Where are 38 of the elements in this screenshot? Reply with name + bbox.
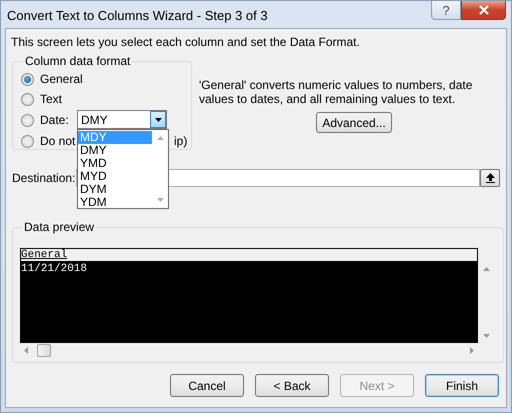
close-button[interactable] <box>461 1 506 20</box>
close-icon <box>478 5 488 15</box>
radio-label[interactable]: Text <box>40 92 62 106</box>
dropdown-option[interactable]: DYM <box>78 183 152 196</box>
radio-label[interactable]: General <box>40 72 83 86</box>
dialog-button[interactable]: < Back <box>255 374 329 397</box>
collapse-button[interactable] <box>480 169 500 187</box>
destination-label: Destination: <box>12 171 72 185</box>
radio-label[interactable]: Do not <box>40 134 76 148</box>
scroll-thumb[interactable] <box>37 344 51 357</box>
scroll-down-icon <box>483 334 490 338</box>
window-title: Convert Text to Columns Wizard - Step 3 of 3 <box>7 8 268 23</box>
dropdown-option[interactable]: MYD <box>78 170 152 183</box>
help-button[interactable]: ? <box>431 1 461 20</box>
radio-label[interactable]: Date: <box>40 113 69 127</box>
scroll-up-icon <box>156 136 164 140</box>
dropdown-option[interactable]: YMD <box>78 157 152 170</box>
radio-button[interactable] <box>21 114 34 126</box>
upload-arrow-icon <box>486 173 494 183</box>
description-text: 'General' converts numeric values to numbers, date values to dates, and all remaining values to text. <box>199 78 474 106</box>
intro-text: This screen lets you select each column and set the Data Format. <box>11 35 361 49</box>
scroll-right-icon <box>470 347 474 354</box>
group-title: Data preview <box>23 220 96 234</box>
dialog-button[interactable]: Cancel <box>170 374 244 397</box>
advanced-button[interactable]: Advanced... <box>316 112 392 133</box>
radio-button[interactable] <box>21 134 34 148</box>
radio-label: ip) <box>174 134 188 148</box>
preview-row-text: 11/21/2018 <box>21 263 88 275</box>
group-title: Column data format <box>24 54 132 68</box>
scroll-down-icon <box>156 198 164 202</box>
dropdown-option[interactable]: YDM <box>78 196 152 209</box>
scroll-left-icon <box>24 347 28 354</box>
dropdown-option[interactable]: DMY <box>78 144 152 157</box>
radio-button[interactable] <box>21 72 34 86</box>
caret-icon <box>154 118 162 122</box>
radio-button[interactable] <box>21 92 34 106</box>
scroll-up-icon <box>483 267 490 271</box>
dialog-button[interactable]: Finish <box>425 374 499 397</box>
